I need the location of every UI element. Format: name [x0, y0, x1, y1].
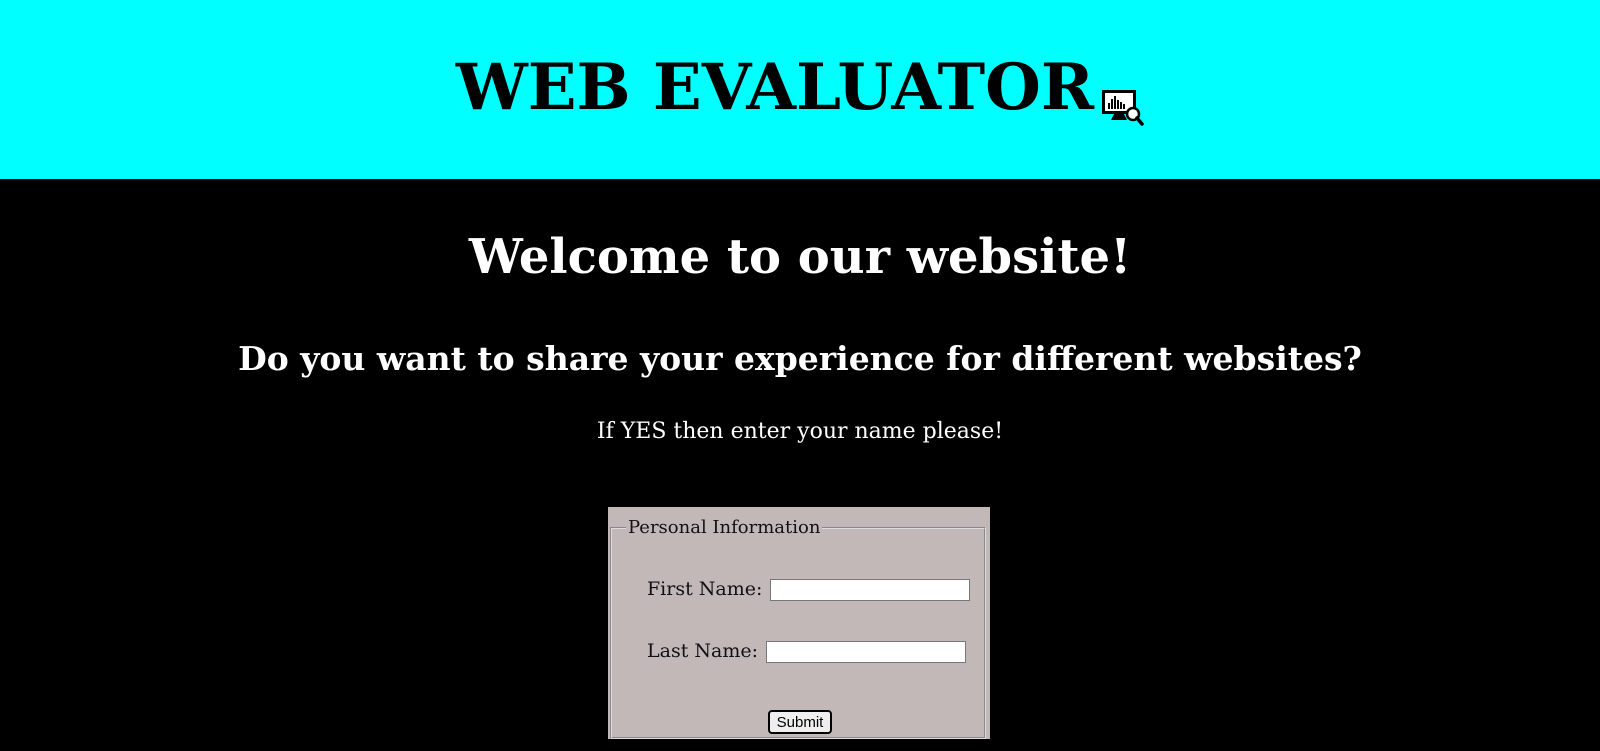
personal-info-fieldset: Personal Information First Name: Last Na…	[610, 517, 986, 739]
last-name-input[interactable]	[766, 641, 967, 663]
main-content: Welcome to our website! Do you want to s…	[0, 179, 1600, 751]
site-title: WEB EVALUATOR	[455, 50, 1095, 125]
monitor-analytics-icon	[1100, 67, 1144, 126]
welcome-heading: Welcome to our website!	[468, 229, 1132, 285]
first-name-row: First Name:	[647, 578, 971, 601]
site-header: WEB EVALUATOR	[0, 0, 1600, 179]
submit-button[interactable]: Submit	[768, 710, 832, 734]
first-name-label: First Name:	[647, 578, 763, 600]
prompt-text: If YES then enter your name please!	[596, 419, 1004, 444]
question-text: Do you want to share your experience for…	[238, 339, 1362, 378]
fieldset-legend: Personal Information	[628, 517, 821, 538]
first-name-input[interactable]	[770, 579, 971, 601]
last-name-label: Last Name:	[647, 640, 758, 662]
last-name-row: Last Name:	[647, 640, 967, 663]
site-title-container: WEB EVALUATOR	[0, 48, 1600, 128]
personal-info-form: Personal Information First Name: Last Na…	[608, 507, 990, 739]
